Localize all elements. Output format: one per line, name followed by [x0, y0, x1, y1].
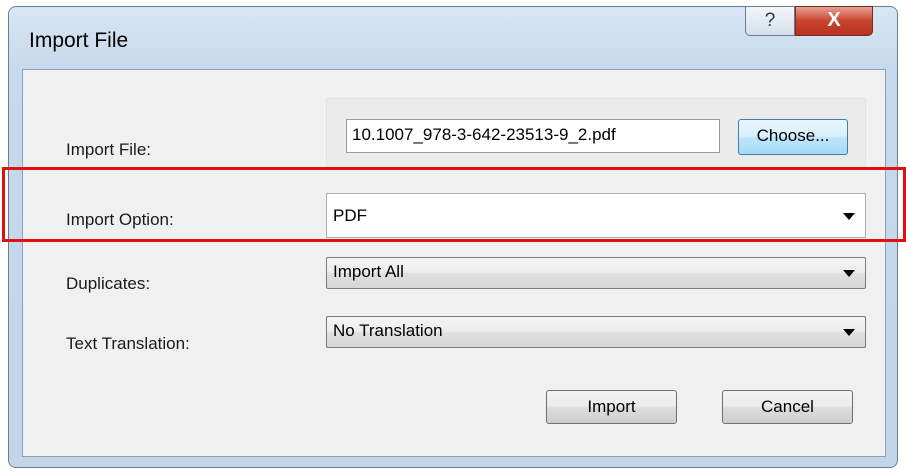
import-file-field[interactable]: 10.1007_978-3-642-23513-9_2.pdf	[346, 119, 720, 153]
import-file-dialog: Import File ? X Import File: 10.1007_978…	[8, 6, 898, 468]
chevron-down-icon	[843, 212, 855, 220]
text-translation-value: No Translation	[333, 321, 443, 340]
dialog-title: Import File	[29, 29, 129, 52]
close-button[interactable]: X	[795, 6, 873, 36]
help-button[interactable]: ?	[745, 6, 795, 36]
file-picker-panel: 10.1007_978-3-642-23513-9_2.pdf Choose..…	[326, 98, 866, 170]
duplicates-label: Duplicates:	[66, 274, 151, 293]
import-option-select[interactable]: PDF	[326, 193, 866, 238]
import-file-label: Import File:	[66, 140, 152, 159]
chevron-down-icon	[843, 329, 855, 336]
text-translation-select[interactable]: No Translation	[326, 316, 866, 348]
cancel-button[interactable]: Cancel	[722, 390, 853, 424]
import-option-value: PDF	[333, 206, 367, 225]
close-icon: X	[827, 9, 841, 31]
help-icon: ?	[764, 10, 776, 31]
text-translation-label: Text Translation:	[66, 334, 190, 353]
import-button[interactable]: Import	[546, 390, 677, 424]
chevron-down-icon	[843, 270, 855, 277]
dialog-body: Import File: 10.1007_978-3-642-23513-9_2…	[22, 69, 886, 457]
import-option-label: Import Option:	[66, 210, 174, 229]
duplicates-value: Import All	[333, 262, 404, 281]
duplicates-select[interactable]: Import All	[326, 257, 866, 289]
choose-button[interactable]: Choose...	[738, 119, 848, 155]
